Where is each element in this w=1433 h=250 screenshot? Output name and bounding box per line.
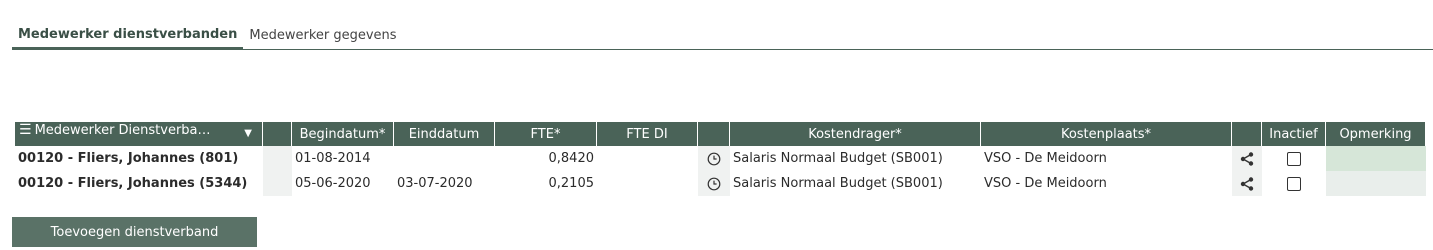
- cell-begindatum[interactable]: 01-08-2014: [292, 146, 394, 171]
- cell-spacer: [263, 171, 292, 196]
- table-header-row: ☰ Medewerker Dienstverba… ▼ Begindatum* E…: [15, 122, 1426, 146]
- column-header-icon: [698, 122, 730, 146]
- caret-down-icon[interactable]: ▼: [244, 122, 252, 146]
- add-dienstverband-button[interactable]: Toevoegen dienstverband: [12, 217, 257, 247]
- cell-history[interactable]: [698, 171, 730, 196]
- column-header-kostenplaats[interactable]: Kostenplaats*: [981, 122, 1232, 146]
- column-header-begindatum[interactable]: Begindatum*: [292, 122, 394, 146]
- tab-bar: Medewerker dienstverbanden Medewerker ge…: [12, 22, 1433, 50]
- cell-fte[interactable]: 0,2105: [495, 171, 597, 196]
- menu-icon[interactable]: ☰: [19, 122, 32, 138]
- share-icon[interactable]: [1239, 151, 1255, 167]
- cell-opmerking[interactable]: [1326, 171, 1426, 196]
- cell-medewerker[interactable]: 00120 - Fliers, Johannes (5344): [15, 171, 263, 196]
- cell-kostenplaats[interactable]: VSO - De Meidoorn: [981, 171, 1232, 196]
- cell-spacer: [263, 146, 292, 171]
- cell-share[interactable]: [1232, 171, 1262, 196]
- clock-icon[interactable]: [707, 177, 721, 191]
- tab-medewerker-gegevens[interactable]: Medewerker gegevens: [243, 28, 402, 49]
- cell-begindatum[interactable]: 05-06-2020: [292, 171, 394, 196]
- table-row[interactable]: 00120 - Fliers, Johannes (801) 01-08-201…: [15, 146, 1426, 171]
- column-header-spacer: [263, 122, 292, 146]
- column-header-medewerker[interactable]: ☰ Medewerker Dienstverba… ▼: [15, 122, 263, 146]
- cell-medewerker[interactable]: 00120 - Fliers, Johannes (801): [15, 146, 263, 171]
- cell-einddatum[interactable]: [394, 146, 495, 171]
- share-icon[interactable]: [1239, 176, 1255, 192]
- column-header-fte[interactable]: FTE*: [495, 122, 597, 146]
- cell-fte-di[interactable]: [597, 146, 698, 171]
- cell-kostendrager[interactable]: Salaris Normaal Budget (SB001): [730, 146, 981, 171]
- column-header-share: [1232, 122, 1262, 146]
- inactief-checkbox[interactable]: [1287, 176, 1301, 191]
- cell-kostenplaats[interactable]: VSO - De Meidoorn: [981, 146, 1232, 171]
- cell-kostendrager[interactable]: Salaris Normaal Budget (SB001): [730, 171, 981, 196]
- cell-inactief[interactable]: [1262, 171, 1326, 196]
- column-header-kostendrager[interactable]: Kostendrager*: [730, 122, 981, 146]
- column-header-fte-di[interactable]: FTE DI: [597, 122, 698, 146]
- cell-fte[interactable]: 0,8420: [495, 146, 597, 171]
- column-header-inactief[interactable]: Inactief: [1262, 122, 1326, 146]
- cell-einddatum[interactable]: 03-07-2020: [394, 171, 495, 196]
- cell-opmerking[interactable]: [1326, 146, 1426, 171]
- cell-inactief[interactable]: [1262, 146, 1326, 171]
- column-header-einddatum[interactable]: Einddatum: [394, 122, 495, 146]
- table-row[interactable]: 00120 - Fliers, Johannes (5344) 05-06-20…: [15, 171, 1426, 196]
- cell-share[interactable]: [1232, 146, 1262, 171]
- column-header-opmerking[interactable]: Opmerking: [1326, 122, 1426, 146]
- tab-medewerker-dienstverbanden[interactable]: Medewerker dienstverbanden: [12, 27, 244, 50]
- cell-history[interactable]: [698, 146, 730, 171]
- column-label-medewerker: Medewerker Dienstverba…: [34, 123, 211, 138]
- cell-fte-di[interactable]: [597, 171, 698, 196]
- inactief-checkbox[interactable]: [1287, 151, 1301, 166]
- dienstverbanden-table: ☰ Medewerker Dienstverba… ▼ Begindatum* E…: [15, 122, 1426, 196]
- clock-icon[interactable]: [707, 152, 721, 166]
